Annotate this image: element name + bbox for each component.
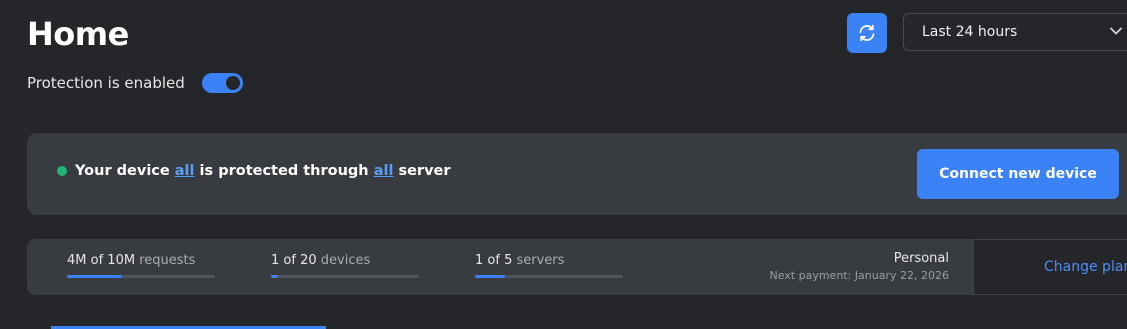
device-link[interactable]: all	[175, 163, 195, 179]
plan-info: Personal Next payment: January 22, 2026	[769, 251, 949, 282]
requests-progress-fill	[67, 275, 122, 278]
status-middle: is protected through	[194, 163, 374, 179]
protection-toggle[interactable]	[201, 73, 243, 93]
protection-label: Protection is enabled	[27, 74, 185, 92]
devices-progress-bar	[271, 275, 419, 278]
refresh-icon	[859, 24, 875, 42]
status-prefix: Your device	[75, 163, 175, 179]
chevron-down-icon	[1110, 27, 1122, 35]
requests-usage-text: 4M of 10M requests	[67, 253, 196, 268]
server-link[interactable]: all	[374, 163, 394, 179]
protection-status-card: Your device all is protected through all…	[27, 133, 1127, 215]
plan-usage-card: 4M of 10M requests 1 of 20 devices 1 of …	[27, 239, 1127, 295]
page-title: Home	[27, 15, 129, 53]
status-suffix: server	[393, 163, 451, 179]
status-dot	[57, 166, 67, 176]
servers-usage: 1 of 5 servers	[475, 253, 623, 278]
protection-row: Protection is enabled	[27, 70, 243, 96]
servers-progress-bar	[475, 275, 623, 278]
change-plan-button[interactable]: Change plan	[973, 239, 1127, 295]
devices-progress-fill	[271, 275, 279, 278]
devices-usage: 1 of 20 devices	[271, 253, 419, 278]
requests-progress-bar	[67, 275, 215, 278]
toggle-knob	[225, 76, 240, 90]
refresh-button[interactable]	[847, 13, 887, 53]
next-payment-date: Next payment: January 22, 2026	[769, 269, 949, 282]
time-range-value: Last 24 hours	[922, 24, 1018, 40]
requests-usage: 4M of 10M requests	[67, 253, 215, 278]
plan-name: Personal	[893, 251, 949, 266]
connect-new-device-button[interactable]: Connect new device	[917, 149, 1119, 199]
time-range-select[interactable]: Last 24 hours	[903, 13, 1127, 51]
status-message: Your device all is protected through all…	[57, 163, 451, 179]
servers-usage-text: 1 of 5 servers	[475, 253, 565, 268]
devices-usage-text: 1 of 20 devices	[271, 253, 371, 268]
servers-progress-fill	[475, 275, 505, 278]
